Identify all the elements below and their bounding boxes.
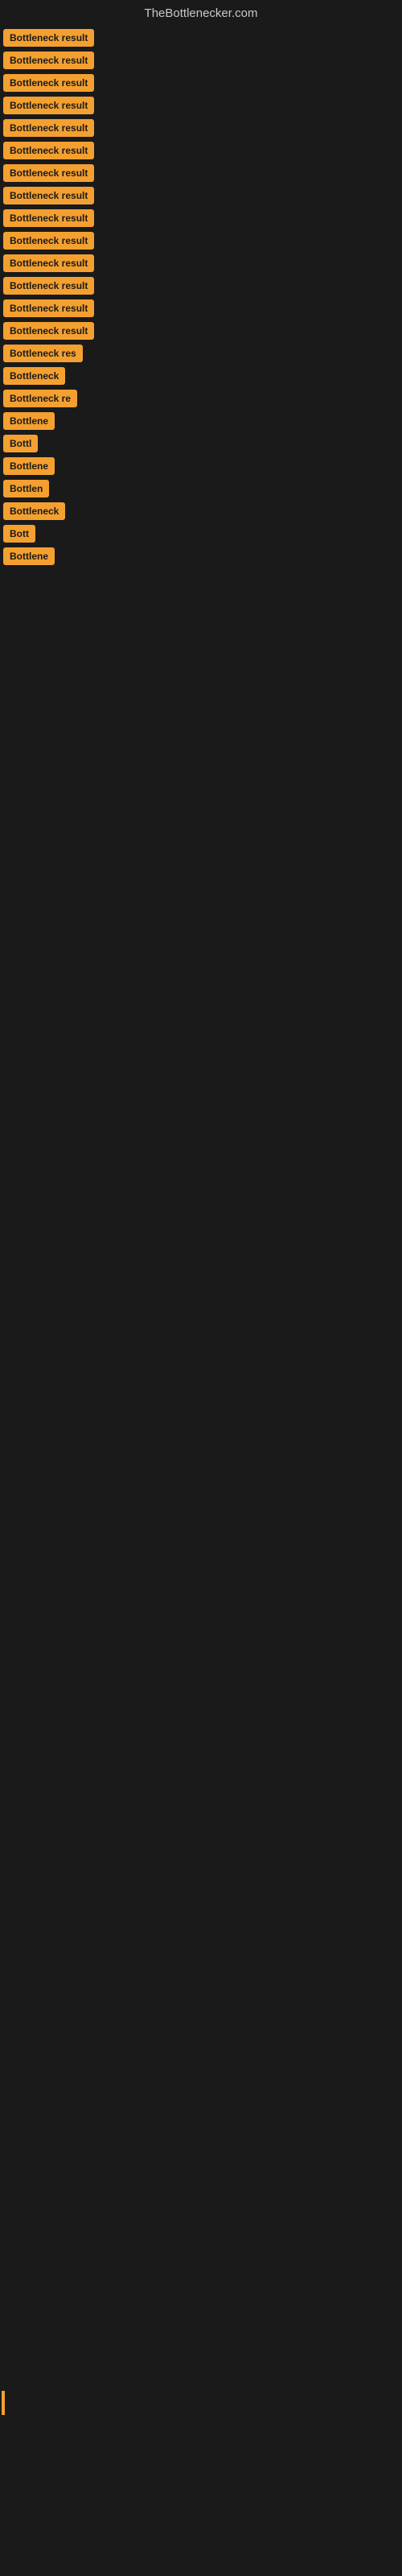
list-item: Bottlene — [3, 547, 399, 565]
list-item: Bottleneck result — [3, 322, 399, 340]
bottleneck-badge: Bottlene — [3, 457, 55, 475]
bottleneck-badge: Bottleneck result — [3, 52, 94, 69]
list-item: Bottleneck result — [3, 119, 399, 137]
bottleneck-badge: Bottleneck — [3, 502, 65, 520]
list-item: Bottleneck result — [3, 52, 399, 69]
bottleneck-badge: Bottleneck result — [3, 74, 94, 92]
list-item: Bottleneck result — [3, 209, 399, 227]
bottleneck-badge: Bottleneck result — [3, 209, 94, 227]
list-item: Bottleneck re — [3, 390, 399, 407]
list-item: Bottleneck res — [3, 345, 399, 362]
bottleneck-badge: Bottlene — [3, 547, 55, 565]
list-item: Bottlen — [3, 480, 399, 497]
list-item: Bott — [3, 525, 399, 543]
bottleneck-badge: Bottleneck result — [3, 142, 94, 159]
bottom-indicator — [2, 2391, 5, 2415]
bottleneck-badge: Bottleneck result — [3, 254, 94, 272]
bottleneck-badge: Bottleneck result — [3, 29, 94, 47]
site-header: TheBottlenecker.com — [0, 0, 402, 24]
bottleneck-badge: Bottleneck result — [3, 97, 94, 114]
list-item: Bottleneck — [3, 502, 399, 520]
list-item: Bottleneck result — [3, 97, 399, 114]
list-item: Bottleneck result — [3, 142, 399, 159]
list-item: Bottleneck result — [3, 232, 399, 250]
bottleneck-badge: Bottleneck re — [3, 390, 77, 407]
bottleneck-badge: Bottleneck result — [3, 299, 94, 317]
bottleneck-badge: Bottlen — [3, 480, 49, 497]
bottleneck-badge: Bottleneck result — [3, 164, 94, 182]
bottleneck-badge: Bottl — [3, 435, 38, 452]
list-item: Bottleneck — [3, 367, 399, 385]
list-item: Bottleneck result — [3, 254, 399, 272]
list-item: Bottleneck result — [3, 29, 399, 47]
list-item: Bottleneck result — [3, 74, 399, 92]
list-item: Bottlene — [3, 457, 399, 475]
list-item: Bottlene — [3, 412, 399, 430]
bottleneck-badge: Bottleneck result — [3, 187, 94, 204]
bottleneck-badge: Bottleneck res — [3, 345, 83, 362]
list-item: Bottleneck result — [3, 299, 399, 317]
bottleneck-badge: Bottleneck result — [3, 322, 94, 340]
list-item: Bottleneck result — [3, 277, 399, 295]
list-item: Bottleneck result — [3, 164, 399, 182]
site-title: TheBottlenecker.com — [145, 6, 258, 20]
bottleneck-list: Bottleneck result Bottleneck result Bottle… — [0, 29, 402, 565]
bottleneck-badge: Bott — [3, 525, 35, 543]
bottleneck-badge: Bottleneck result — [3, 119, 94, 137]
bottleneck-badge: Bottleneck result — [3, 277, 94, 295]
bottleneck-badge: Bottleneck result — [3, 232, 94, 250]
list-item: Bottl — [3, 435, 399, 452]
bottleneck-badge: Bottlene — [3, 412, 55, 430]
bottleneck-badge: Bottleneck — [3, 367, 65, 385]
list-item: Bottleneck result — [3, 187, 399, 204]
